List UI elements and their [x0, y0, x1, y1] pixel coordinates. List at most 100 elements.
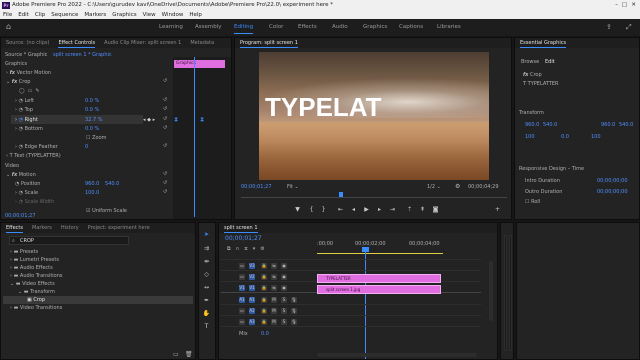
menu-markers[interactable]: Markers — [84, 11, 106, 19]
prev-keyframe-icon[interactable]: ◂ — [143, 117, 146, 123]
effect-text-layer[interactable]: › T Text (TYPELATTER) — [6, 152, 61, 160]
tree-item-audio-effects[interactable]: › ▬ Audio Effects — [10, 264, 53, 272]
tab-project[interactable]: Project: experiment here — [88, 223, 150, 233]
step-forward-icon[interactable]: ▸ — [375, 206, 384, 214]
pen-mask-icon[interactable]: ✎ — [35, 88, 42, 94]
mix-track-value[interactable]: 0.0 — [261, 330, 269, 338]
tree-item-video-effects[interactable]: ⌄ ▬ Video Effects — [10, 280, 55, 288]
tree-item-video-transitions[interactable]: › ▬ Video Transitions — [10, 304, 62, 312]
track-a2-target[interactable]: ▭ — [239, 308, 245, 314]
effects-search-input[interactable]: CROP — [20, 237, 34, 245]
prop-left-value[interactable]: 0.0 % — [85, 97, 99, 105]
layer-crop[interactable]: fx Crop — [523, 71, 542, 79]
tree-item-presets[interactable]: › ▬ Presets — [10, 248, 38, 256]
selection-tool-icon[interactable]: ➤ — [202, 231, 211, 239]
eye-icon[interactable]: ◉ — [281, 274, 287, 280]
resolution-dropdown[interactable]: 1/2 ⌄ — [427, 183, 441, 191]
stopwatch-icon[interactable]: ◔ — [19, 107, 23, 113]
effect-vector-motion[interactable]: › fx Vector Motion — [6, 69, 51, 77]
menu-sequence[interactable]: Sequence — [51, 11, 78, 19]
transform-opacity-value[interactable]: 100 — [591, 133, 601, 141]
tab-essential-graphics[interactable]: Essential Graphics — [520, 38, 567, 48]
reset-icon[interactable]: ↺ — [163, 143, 167, 149]
timeline-horizontal-scrollbar[interactable] — [317, 353, 477, 357]
transform-rotation-value[interactable]: 0.0 — [561, 133, 569, 141]
prop-top-value[interactable]: 0.0 % — [85, 106, 99, 114]
transform-scale-value[interactable]: 100 — [525, 133, 535, 141]
menu-window[interactable]: Window — [162, 11, 184, 19]
track-v2-target[interactable]: ▭ — [239, 274, 245, 280]
checkbox-icon[interactable]: ☐ — [86, 135, 90, 141]
menu-file[interactable]: File — [3, 11, 12, 19]
timeline-playhead[interactable] — [365, 247, 366, 359]
timeline-vertical-scrollbar[interactable] — [489, 261, 493, 321]
mute-button[interactable]: M — [271, 308, 277, 314]
lock-icon[interactable]: 🔒 — [261, 319, 267, 325]
share-icon[interactable]: ⇪ — [606, 23, 612, 31]
maximize-button[interactable]: □ — [622, 0, 627, 11]
timeline-timecode[interactable]: 00;00;01;27 — [225, 235, 262, 243]
nest-icon[interactable]: ⧉ — [227, 246, 236, 252]
minimize-button[interactable]: – — [615, 0, 618, 11]
zoom-fit-dropdown[interactable]: Fit ⌄ — [287, 183, 299, 191]
prop-scale-value[interactable]: 100.0 — [85, 189, 99, 197]
stopwatch-active-icon[interactable]: ◔ — [19, 117, 23, 123]
stopwatch-icon[interactable]: ◔ — [19, 144, 23, 150]
intro-duration-value[interactable]: 00;00;00;00 — [597, 177, 628, 185]
sync-lock-icon[interactable]: ⇆ — [271, 274, 277, 280]
export-frame-icon[interactable]: ◙ — [431, 206, 440, 214]
mic-icon[interactable]: 🎙 — [291, 297, 297, 303]
keyframe-marker-icon[interactable]: ⧗ — [200, 116, 204, 124]
workspace-editing[interactable]: Editing — [234, 19, 254, 36]
work-area-bar[interactable] — [317, 253, 443, 254]
menu-edit[interactable]: Edit — [18, 11, 29, 19]
transform-x-value[interactable]: 960.0 — [525, 121, 539, 129]
eye-icon[interactable]: ◉ — [281, 263, 287, 269]
home-icon[interactable]: ⌂ — [6, 23, 14, 31]
lift-icon[interactable]: ⇡ — [405, 206, 414, 214]
lock-icon[interactable]: 🔒 — [261, 297, 267, 303]
track-v1-target[interactable]: V1 — [239, 285, 245, 291]
tab-source[interactable]: Source: (no clips) — [6, 38, 49, 48]
delete-icon[interactable]: 🗑 — [185, 351, 193, 358]
mute-button[interactable]: M — [271, 319, 277, 325]
uniform-scale-checkbox[interactable]: ☑ Uniform Scale — [86, 207, 127, 215]
clip-split-screen[interactable]: split screen 1.jpg — [317, 285, 441, 294]
stopwatch-icon[interactable]: ◔ — [15, 181, 19, 187]
stopwatch-icon[interactable]: ◔ — [19, 190, 23, 196]
zoom-checkbox[interactable]: ☐ Zoom — [86, 134, 107, 142]
track-v3-label[interactable]: V3 — [249, 263, 255, 269]
settings-wrench-icon[interactable]: ⚙ — [455, 183, 460, 190]
workspace-captions[interactable]: Captions — [399, 19, 423, 36]
track-a2-label[interactable]: A2 — [249, 308, 255, 314]
solo-button[interactable]: S — [281, 319, 287, 325]
workspace-graphics[interactable]: Graphics — [363, 19, 387, 36]
razor-tool-icon[interactable]: ◇ — [202, 271, 211, 279]
play-button[interactable]: ▶ — [362, 206, 371, 214]
lock-icon[interactable]: 🔒 — [261, 308, 267, 314]
prop-bottom-value[interactable]: 0.0 % — [85, 125, 99, 133]
maximize-view-icon[interactable]: ⤢ — [626, 23, 632, 32]
add-button-icon[interactable]: + — [493, 206, 502, 214]
reset-icon[interactable]: ↺ — [163, 78, 167, 84]
tab-history[interactable]: History — [61, 223, 79, 233]
track-a1-label[interactable]: A1 — [249, 297, 255, 303]
tree-item-lumetri-presets[interactable]: › ▬ Lumetri Presets — [10, 256, 59, 264]
prop-position-y[interactable]: 540.0 — [105, 180, 119, 188]
sync-lock-icon[interactable]: ⇆ — [271, 263, 277, 269]
effects-search-box[interactable]: ⌕ CROP — [9, 236, 129, 245]
effect-controls-timecode[interactable]: 00;00;01;27 — [5, 212, 36, 220]
tab-effects[interactable]: Effects — [6, 223, 23, 233]
reset-icon[interactable]: ↺ — [163, 189, 167, 195]
checkbox-checked-icon[interactable]: ☑ — [86, 208, 90, 214]
slip-tool-icon[interactable]: ↔ — [202, 284, 211, 292]
tab-metadata[interactable]: Metadata — [190, 38, 214, 48]
ripple-edit-tool-icon[interactable]: ⇹ — [202, 258, 211, 266]
next-keyframe-icon[interactable]: ▸ — [153, 117, 156, 123]
add-keyframe-icon[interactable]: ◆ — [147, 117, 151, 123]
workspace-audio[interactable]: Audio — [332, 19, 348, 36]
ellipse-mask-icon[interactable]: ◯ — [19, 88, 28, 94]
menu-view[interactable]: View — [143, 11, 156, 19]
transform-y-value[interactable]: 540.0 — [543, 121, 557, 129]
solo-button[interactable]: S — [281, 308, 287, 314]
